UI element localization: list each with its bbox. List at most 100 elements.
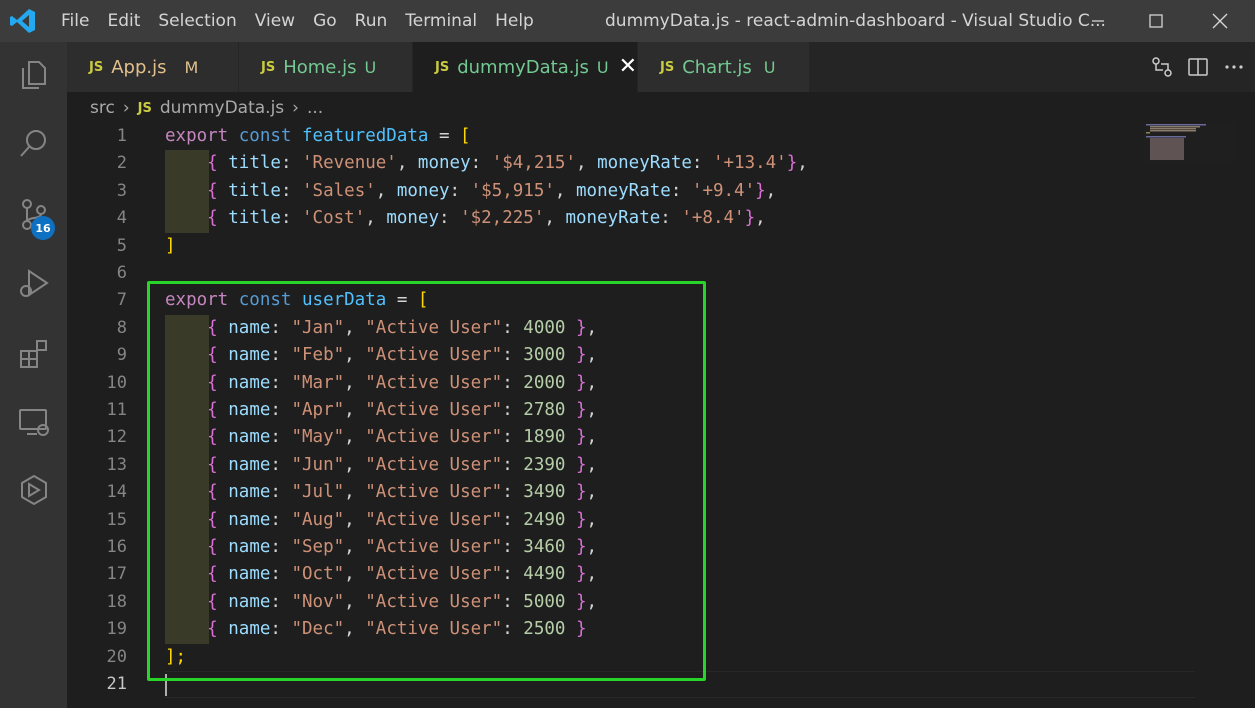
breadcrumb-folder[interactable]: src xyxy=(90,98,115,118)
js-file-icon: JS xyxy=(137,100,152,116)
menu-selection[interactable]: Selection xyxy=(149,0,245,42)
editor-actions xyxy=(1151,42,1245,92)
explorer-button[interactable] xyxy=(0,45,67,105)
code-token: moneyRate xyxy=(597,153,692,174)
js-file-icon: JS xyxy=(89,59,104,75)
code-token: '$5,915' xyxy=(470,180,555,201)
code-token: 'Cost' xyxy=(302,208,366,229)
menu-go[interactable]: Go xyxy=(304,0,346,42)
code-line: { title: 'Sales', money: '$5,915', money… xyxy=(207,180,777,201)
breadcrumb-file[interactable]: dummyData.js xyxy=(160,98,284,118)
tab-status: M xyxy=(184,57,199,77)
code-line: export const featuredData = [ xyxy=(165,123,471,150)
source-control-badge: 16 xyxy=(31,216,55,240)
vertical-scrollbar[interactable] xyxy=(1240,123,1255,708)
code-token: = xyxy=(428,126,461,146)
live-share-button[interactable] xyxy=(0,460,67,520)
live-share-icon xyxy=(20,474,47,506)
compare-changes-icon[interactable] xyxy=(1151,56,1173,78)
menu-file[interactable]: File xyxy=(52,0,98,42)
line-number: 15 xyxy=(106,509,127,530)
line-number: 3 xyxy=(116,180,127,201)
js-file-icon: JS xyxy=(261,59,276,75)
code-token: title xyxy=(228,208,281,229)
code-token: title xyxy=(228,180,281,201)
code-token: '$2,225' xyxy=(460,208,545,229)
code-token: export xyxy=(165,126,229,146)
line-number: 19 xyxy=(106,619,127,640)
line-number: 2 xyxy=(116,153,127,174)
code-token: '+8.4' xyxy=(681,208,745,229)
menu-terminal[interactable]: Terminal xyxy=(396,0,486,42)
code-token: moneyRate xyxy=(565,208,661,229)
remote-explorer-button[interactable] xyxy=(0,392,67,452)
code-token: '+13.4' xyxy=(712,153,787,174)
line-number: 12 xyxy=(106,427,127,448)
tab-dummydata-js[interactable]: JS dummyData.js U ✕ xyxy=(413,42,638,92)
close-window-button[interactable] xyxy=(1190,0,1250,42)
menu-view[interactable]: View xyxy=(246,0,304,42)
tab-label: Chart.js xyxy=(682,56,752,78)
source-control-button[interactable]: 16 xyxy=(0,184,67,244)
breadcrumb-more[interactable]: ... xyxy=(307,98,323,118)
tab-close-icon[interactable]: ✕ xyxy=(619,56,637,78)
code-token: const xyxy=(238,126,292,146)
line-number: 1 xyxy=(116,126,127,146)
code-line: { title: 'Revenue', money: '$4,215', mon… xyxy=(207,153,808,174)
code-token: ] xyxy=(165,235,176,256)
tab-status: U xyxy=(596,57,609,77)
title-bar: File Edit Selection View Go Run Terminal… xyxy=(0,0,1255,42)
line-number: 5 xyxy=(116,235,127,256)
vscode-logo-icon[interactable] xyxy=(8,6,38,36)
tab-label: App.js xyxy=(111,56,167,78)
line-number: 17 xyxy=(106,564,127,585)
line-number: 10 xyxy=(106,372,127,393)
code-token: [ xyxy=(460,126,471,146)
menu-bar: File Edit Selection View Go Run Terminal… xyxy=(52,0,543,42)
tab-home-js[interactable]: JS Home.js U xyxy=(239,42,413,92)
menu-help[interactable]: Help xyxy=(486,0,543,42)
run-debug-button[interactable] xyxy=(0,254,67,314)
line-number: 21 xyxy=(106,674,127,694)
close-icon xyxy=(1212,13,1228,29)
tab-app-js[interactable]: JS App.js M xyxy=(67,42,239,92)
line-number: 20 xyxy=(106,646,127,667)
line-number: 16 xyxy=(106,537,127,557)
maximize-button[interactable] xyxy=(1126,0,1186,42)
search-button[interactable] xyxy=(0,114,67,174)
extensions-button[interactable] xyxy=(0,324,67,384)
minimap[interactable] xyxy=(1143,123,1235,163)
tab-bar: JS App.js M JS Home.js U JS dummyData.js… xyxy=(67,42,1255,92)
code-token: '+9.4' xyxy=(691,180,756,201)
window-title: dummyData.js - react-admin-dashboard - V… xyxy=(605,11,1106,31)
tab-chart-js[interactable]: JS Chart.js U xyxy=(638,42,810,92)
remote-explorer-icon xyxy=(18,409,49,436)
code-token: 'Sales' xyxy=(302,180,376,201)
minimize-button[interactable] xyxy=(1068,0,1128,42)
code-line: { title: 'Cost', money: '$2,225', moneyR… xyxy=(207,208,766,229)
maximize-icon xyxy=(1149,14,1163,28)
code-token: featuredData xyxy=(302,126,429,146)
tab-status: U xyxy=(763,57,776,77)
code-token: money xyxy=(396,180,450,201)
menu-edit[interactable]: Edit xyxy=(98,0,149,42)
highlight-box xyxy=(147,281,706,681)
chevron-right-icon: › xyxy=(292,98,299,118)
split-editor-icon[interactable] xyxy=(1187,56,1209,78)
line-number: 13 xyxy=(106,454,127,475)
code-line: ] xyxy=(165,233,176,260)
line-number: 9 xyxy=(116,345,127,366)
js-file-icon: JS xyxy=(435,59,450,75)
code-token: '$4,215' xyxy=(491,153,576,174)
line-number: 6 xyxy=(116,263,127,283)
code-token: title xyxy=(228,153,281,174)
menu-run[interactable]: Run xyxy=(346,0,397,42)
files-icon xyxy=(21,61,46,89)
chevron-right-icon: › xyxy=(122,98,130,118)
code-token: money xyxy=(386,208,439,229)
more-actions-icon[interactable] xyxy=(1223,56,1245,78)
activity-bar: 16 xyxy=(0,42,67,708)
extensions-icon xyxy=(19,340,47,368)
line-number: 11 xyxy=(106,400,127,420)
js-file-icon: JS xyxy=(660,59,675,75)
